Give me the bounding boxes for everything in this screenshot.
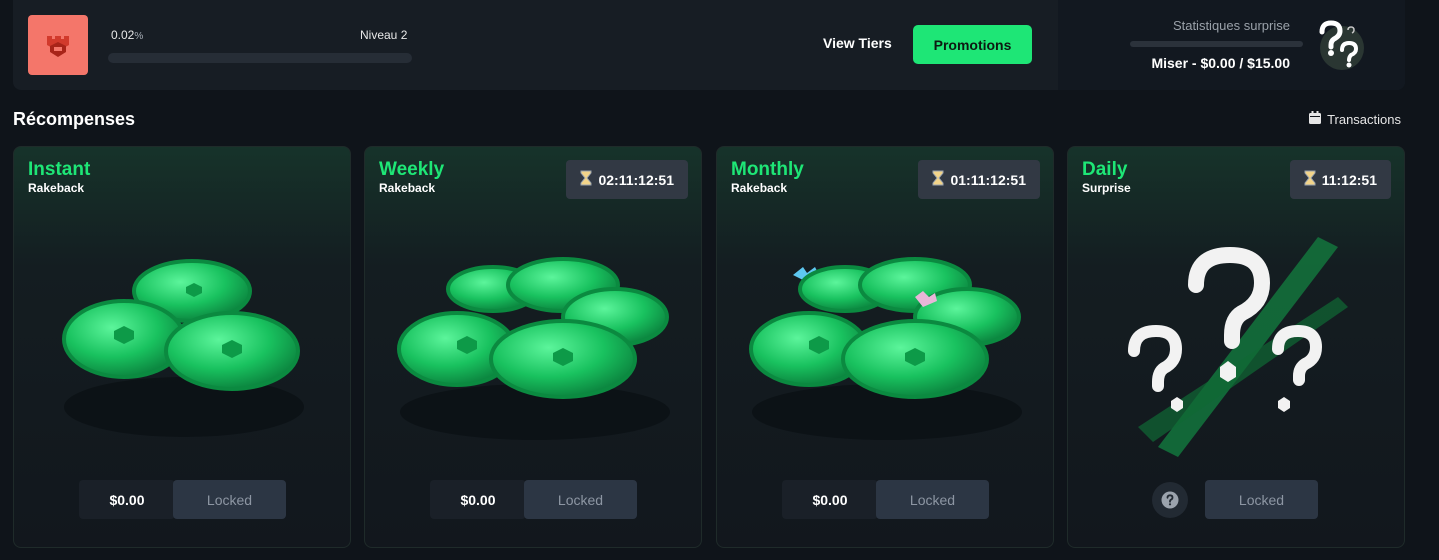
- reward-card-daily: Daily Surprise 11:12:51 Locked: [1067, 146, 1405, 548]
- wager-progress-text: Miser - $0.00 / $15.00: [1151, 55, 1290, 71]
- card-title: Monthly: [731, 159, 804, 180]
- reward-amount: $0.00: [782, 480, 878, 519]
- card-subtitle: Rakeback: [731, 181, 788, 195]
- card-subtitle: Rakeback: [28, 181, 85, 195]
- top-bar: 0.02% Niveau 2 View Tiers Promotions Sta…: [13, 0, 1405, 90]
- rewards-title: Récompenses: [13, 109, 136, 129]
- card-title: Weekly: [379, 159, 445, 180]
- locked-button[interactable]: Locked: [876, 480, 989, 519]
- card-subtitle: Rakeback: [379, 181, 436, 195]
- promotions-button[interactable]: Promotions: [913, 25, 1032, 64]
- coins-illustration: [62, 259, 304, 437]
- timer-value: 02:11:12:51: [598, 171, 674, 188]
- level-progress-bar: [108, 53, 412, 63]
- timer-value: 01:11:12:51: [950, 171, 1026, 188]
- countdown-timer: 11:12:51: [1289, 160, 1391, 199]
- hourglass-icon: [932, 170, 944, 189]
- locked-button[interactable]: Locked: [524, 480, 637, 519]
- transactions-label: Transactions: [1327, 111, 1401, 127]
- view-tiers-link[interactable]: View Tiers: [823, 35, 892, 51]
- reward-card-instant: Instant Rakeback $0.00 Locked: [13, 146, 351, 548]
- reward-amount: $0.00: [430, 480, 526, 519]
- coins-illustration: [397, 257, 670, 440]
- countdown-timer: 01:11:12:51: [918, 160, 1040, 199]
- reward-card-weekly: Weekly Rakeback 02:11:12:51 $0.00 Locked: [364, 146, 702, 548]
- countdown-timer: 02:11:12:51: [566, 160, 688, 199]
- calendar-icon: [1309, 111, 1322, 127]
- card-title: Daily: [1082, 159, 1128, 180]
- hourglass-icon: [1304, 170, 1316, 189]
- surprise-stats-bar: [1130, 41, 1303, 47]
- surprise-stats-label: Statistiques surprise: [1172, 18, 1290, 33]
- reward-amount: $0.00: [79, 480, 175, 519]
- mystery-question-marks-illustration: [1128, 237, 1348, 457]
- surprise-stats-panel: Statistiques surprise Miser - $0.00 / $1…: [1058, 0, 1405, 90]
- locked-button[interactable]: Locked: [173, 480, 286, 519]
- castle-icon: [28, 15, 88, 75]
- card-subtitle: Surprise: [1082, 181, 1131, 195]
- hourglass-icon: [580, 170, 592, 189]
- coins-illustration: [749, 257, 1022, 440]
- transactions-link[interactable]: Transactions: [1309, 111, 1401, 127]
- question-marks-icon: [1312, 20, 1364, 72]
- level-progress-percent: 0.02%: [111, 28, 144, 42]
- card-title: Instant: [28, 159, 91, 180]
- question-circle-icon[interactable]: [1152, 482, 1188, 518]
- locked-button[interactable]: Locked: [1205, 480, 1318, 519]
- level-label: Niveau 2: [360, 28, 408, 42]
- reward-card-monthly: Monthly Rakeback 01:11:12:51 $0.00 Locke…: [716, 146, 1054, 548]
- timer-value: 11:12:51: [1321, 171, 1377, 188]
